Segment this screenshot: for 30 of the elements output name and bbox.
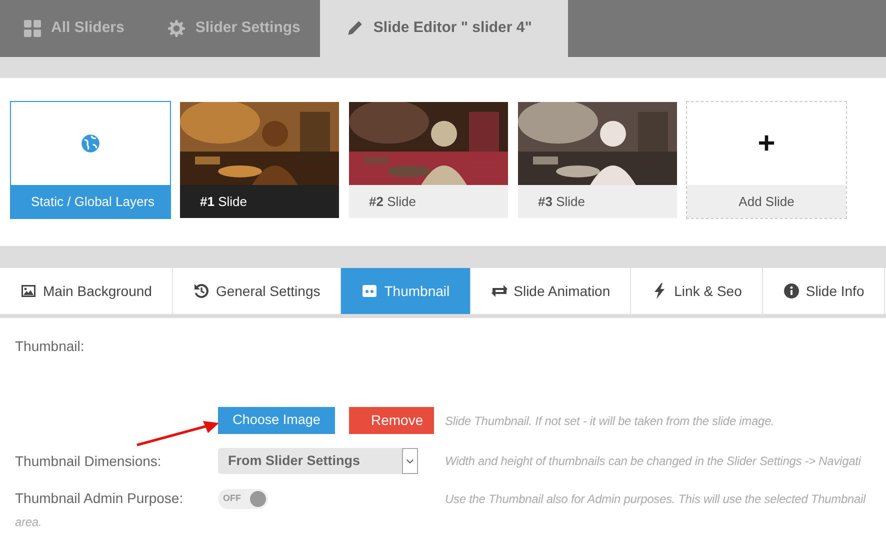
- slide-label: #2 Slide: [369, 192, 416, 211]
- help-text: Use the Thumbnail also for Admin purposes. This will use the selected Thumbnail: [445, 490, 866, 508]
- select-field[interactable]: From Slider Settings: [218, 448, 418, 474]
- add-slide-card[interactable]: + Add Slide: [686, 101, 847, 219]
- slide-label: #3 Slide: [538, 192, 585, 211]
- repeat-icon: [490, 283, 508, 299]
- thumbnail-icon: [361, 283, 378, 299]
- slide-label: #1 Slide: [200, 192, 247, 211]
- globe-icon: [81, 134, 100, 153]
- field-label: Thumbnail Admin Purpose:: [15, 490, 184, 506]
- image-icon: [20, 283, 37, 299]
- settings-icon: [168, 20, 186, 37]
- slide-card[interactable]: #1 Slide: [179, 101, 340, 219]
- help-text: Slide Thumbnail. If not set - it will be taken from the slide image.: [445, 412, 774, 430]
- field-label: Thumbnail Dimensions:: [15, 452, 162, 468]
- section-label: Thumbnail:: [15, 337, 86, 356]
- help-text: area.: [15, 514, 43, 531]
- top-tab[interactable]: Slide Editor " slider 4": [320, 0, 568, 57]
- slide-card[interactable]: #2 Slide: [348, 101, 509, 219]
- history-icon: [192, 283, 210, 299]
- slide-card[interactable]: #3 Slide: [517, 101, 678, 219]
- remove-button[interactable]: Remove: [349, 407, 434, 434]
- grid-icon: [24, 20, 41, 37]
- info-icon: [782, 283, 800, 299]
- toggle-state-label: OFF: [223, 492, 241, 505]
- plus-icon: +: [758, 121, 776, 166]
- pencil-icon: [346, 20, 364, 37]
- help-text: Width and height of thumbnails can be changed in the Slider Settings -> Navigati: [445, 453, 861, 470]
- slide-label: Add Slide: [738, 192, 794, 211]
- slide-label: Static / Global Layers: [31, 192, 155, 211]
